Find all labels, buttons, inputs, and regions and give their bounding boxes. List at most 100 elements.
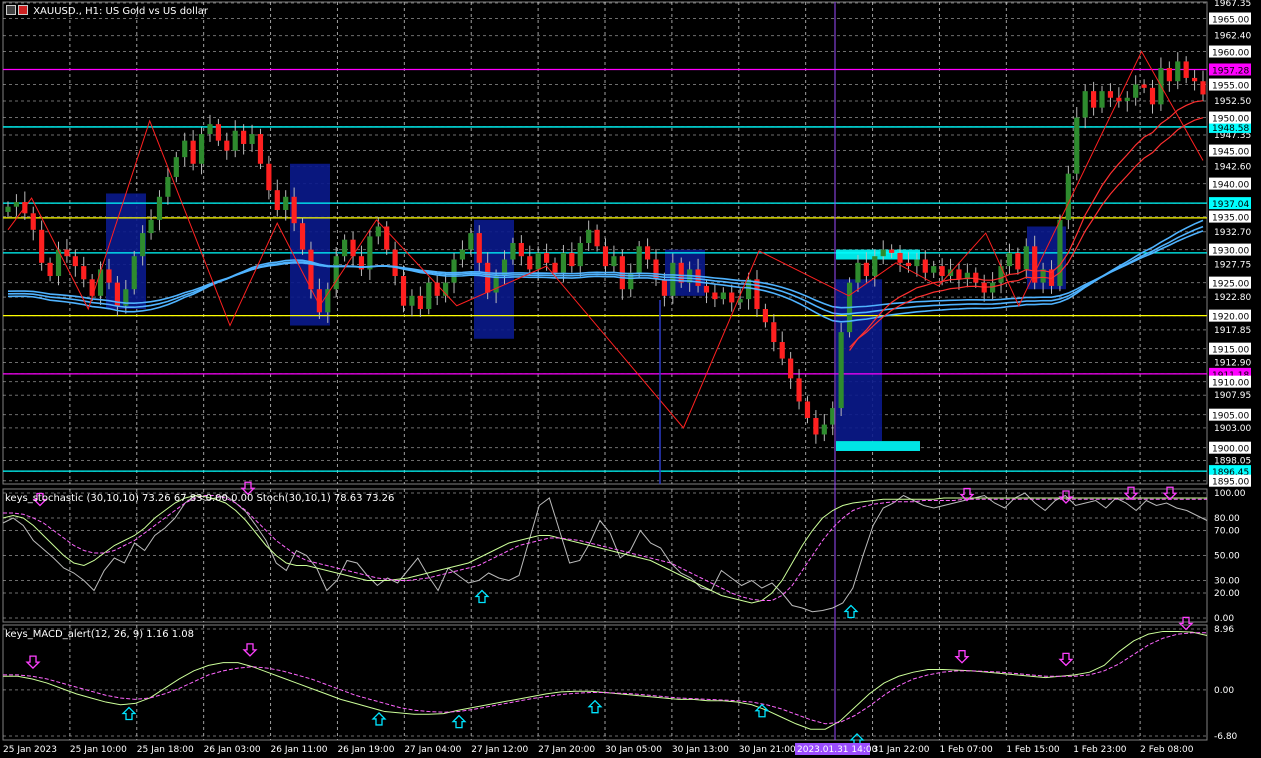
candle-body	[931, 266, 937, 273]
zone-top-bar	[836, 249, 920, 260]
down-arrow-icon	[25, 655, 41, 670]
candle-body	[392, 249, 398, 277]
price-axis-label: 1952.50	[1214, 97, 1251, 107]
trading-chart-window[interactable]: 25 Jan 2023 25 Jan 10:00 25 Jan 18:00 26 Ja…	[0, 0, 1261, 758]
candle-body	[636, 246, 642, 273]
stoch-axis-label: 20.00	[1214, 589, 1240, 599]
candle-body	[198, 134, 205, 164]
candle-body	[89, 279, 95, 296]
time-axis-label: 1 Feb 23:00	[1073, 745, 1127, 755]
up-arrow-icon	[371, 711, 387, 726]
candle-body	[535, 252, 541, 270]
candle-body	[283, 196, 289, 210]
candle-body	[39, 229, 45, 263]
up-arrow-icon	[587, 699, 603, 714]
candle-body	[544, 252, 550, 263]
up-arrow-icon	[451, 714, 467, 729]
candle-body	[241, 130, 247, 144]
stoch-axis-label: 50.00	[1214, 552, 1240, 562]
price-tag-label: 1948.58	[1212, 124, 1249, 134]
time-axis-label: 25 Jan 18:00	[137, 745, 194, 755]
candle-body	[400, 276, 407, 306]
price-box-label: 1895.00	[1212, 478, 1249, 488]
candle-body	[889, 249, 895, 253]
price-axis-label: 1932.70	[1214, 228, 1251, 238]
candle-body	[703, 285, 710, 293]
cursor-time-label: 2023.01.31 14:00	[797, 745, 878, 755]
candle-body	[476, 233, 482, 263]
candle-body	[745, 279, 752, 300]
price-chart[interactable]: 25 Jan 2023 25 Jan 10:00 25 Jan 18:00 26 Ja…	[0, 0, 1261, 758]
candle-body	[594, 229, 600, 247]
candle-body	[384, 226, 390, 250]
candle-body	[577, 243, 583, 267]
candle-body	[5, 206, 11, 212]
candle-body	[47, 262, 53, 277]
main-chart-title: XAUUSD., H1: US Gold vs US dollar	[33, 6, 208, 17]
candle-body	[905, 262, 912, 267]
candle-body	[342, 239, 348, 257]
candle-body	[367, 236, 373, 270]
price-axis-label: 1927.75	[1214, 260, 1251, 270]
time-axis-label: 1 Feb 15:00	[1006, 745, 1060, 755]
candle-body	[1006, 252, 1013, 267]
candle-body	[779, 342, 785, 359]
candle-body	[308, 249, 314, 290]
price-box-label: 1950.00	[1212, 115, 1249, 125]
time-axis-label: 30 Jan 05:00	[605, 745, 662, 755]
candle-body	[914, 259, 920, 267]
time-axis-label: 27 Jan 12:00	[471, 745, 528, 755]
chart-type-icon[interactable]	[6, 5, 16, 15]
candle-body	[485, 262, 491, 293]
candle-body	[232, 130, 238, 151]
price-box-label: 1955.00	[1212, 82, 1249, 92]
candle-body	[720, 292, 726, 300]
candle-body	[215, 124, 221, 141]
candle-body	[409, 295, 415, 306]
time-axis-label: 27 Jan 04:00	[404, 745, 461, 755]
candle-body	[838, 332, 844, 409]
candle-body	[257, 134, 264, 164]
candle-body	[1166, 68, 1172, 82]
price-tag-label: 1957.28	[1212, 66, 1249, 76]
candle-body	[156, 196, 163, 220]
candle-body	[1200, 81, 1206, 95]
price-box-label: 1925.00	[1212, 280, 1249, 290]
price-tag-label: 1937.04	[1212, 200, 1249, 210]
candle-body	[1065, 173, 1071, 220]
stoch-axis-label: 100.00	[1214, 489, 1246, 499]
chart-settings-icon[interactable]	[18, 5, 28, 15]
stoch-axis-label: 0.00	[1214, 614, 1234, 624]
candle-body	[140, 233, 146, 257]
price-axis-label: 1922.80	[1214, 293, 1251, 303]
candle-body	[1183, 61, 1189, 78]
macd-panel-title: keys_MACD_alert(12, 26, 9) 1.16 1.08	[5, 629, 194, 640]
price-axis-label: 1907.95	[1214, 391, 1251, 401]
candle-body	[1149, 87, 1156, 105]
price-axis-label: 1912.90	[1214, 359, 1251, 369]
up-arrow-icon	[474, 589, 490, 604]
macd-axis-label: 0.00	[1214, 686, 1234, 696]
stochastic-panel-title: keys_stochastic (30,10,10) 73.26 67.83 0…	[5, 493, 395, 504]
candle-body	[939, 266, 945, 277]
time-axis-label: 26 Jan 03:00	[204, 745, 261, 755]
candle-body	[417, 295, 423, 310]
time-axis-label: 30 Jan 21:00	[739, 745, 796, 755]
candle-body	[468, 233, 474, 250]
candle-body	[106, 269, 112, 283]
down-arrow-icon	[242, 643, 258, 657]
candle-body	[224, 140, 230, 151]
candle-body	[1091, 91, 1097, 108]
time-axis-label: 30 Jan 13:00	[672, 745, 729, 755]
time-axis-label: 31 Jan 22:00	[873, 745, 930, 755]
candle-body	[712, 292, 718, 300]
candle-body	[375, 226, 381, 237]
stoch-axis-label: 70.00	[1214, 527, 1240, 537]
price-axis-label: 1962.40	[1214, 32, 1251, 42]
candle-body	[804, 401, 811, 418]
candle-body	[182, 140, 188, 158]
candle-body	[459, 249, 466, 260]
price-box-label: 1940.00	[1212, 181, 1249, 191]
candle-body	[1191, 77, 1198, 82]
price-axis-label: 1898.05	[1214, 457, 1251, 467]
